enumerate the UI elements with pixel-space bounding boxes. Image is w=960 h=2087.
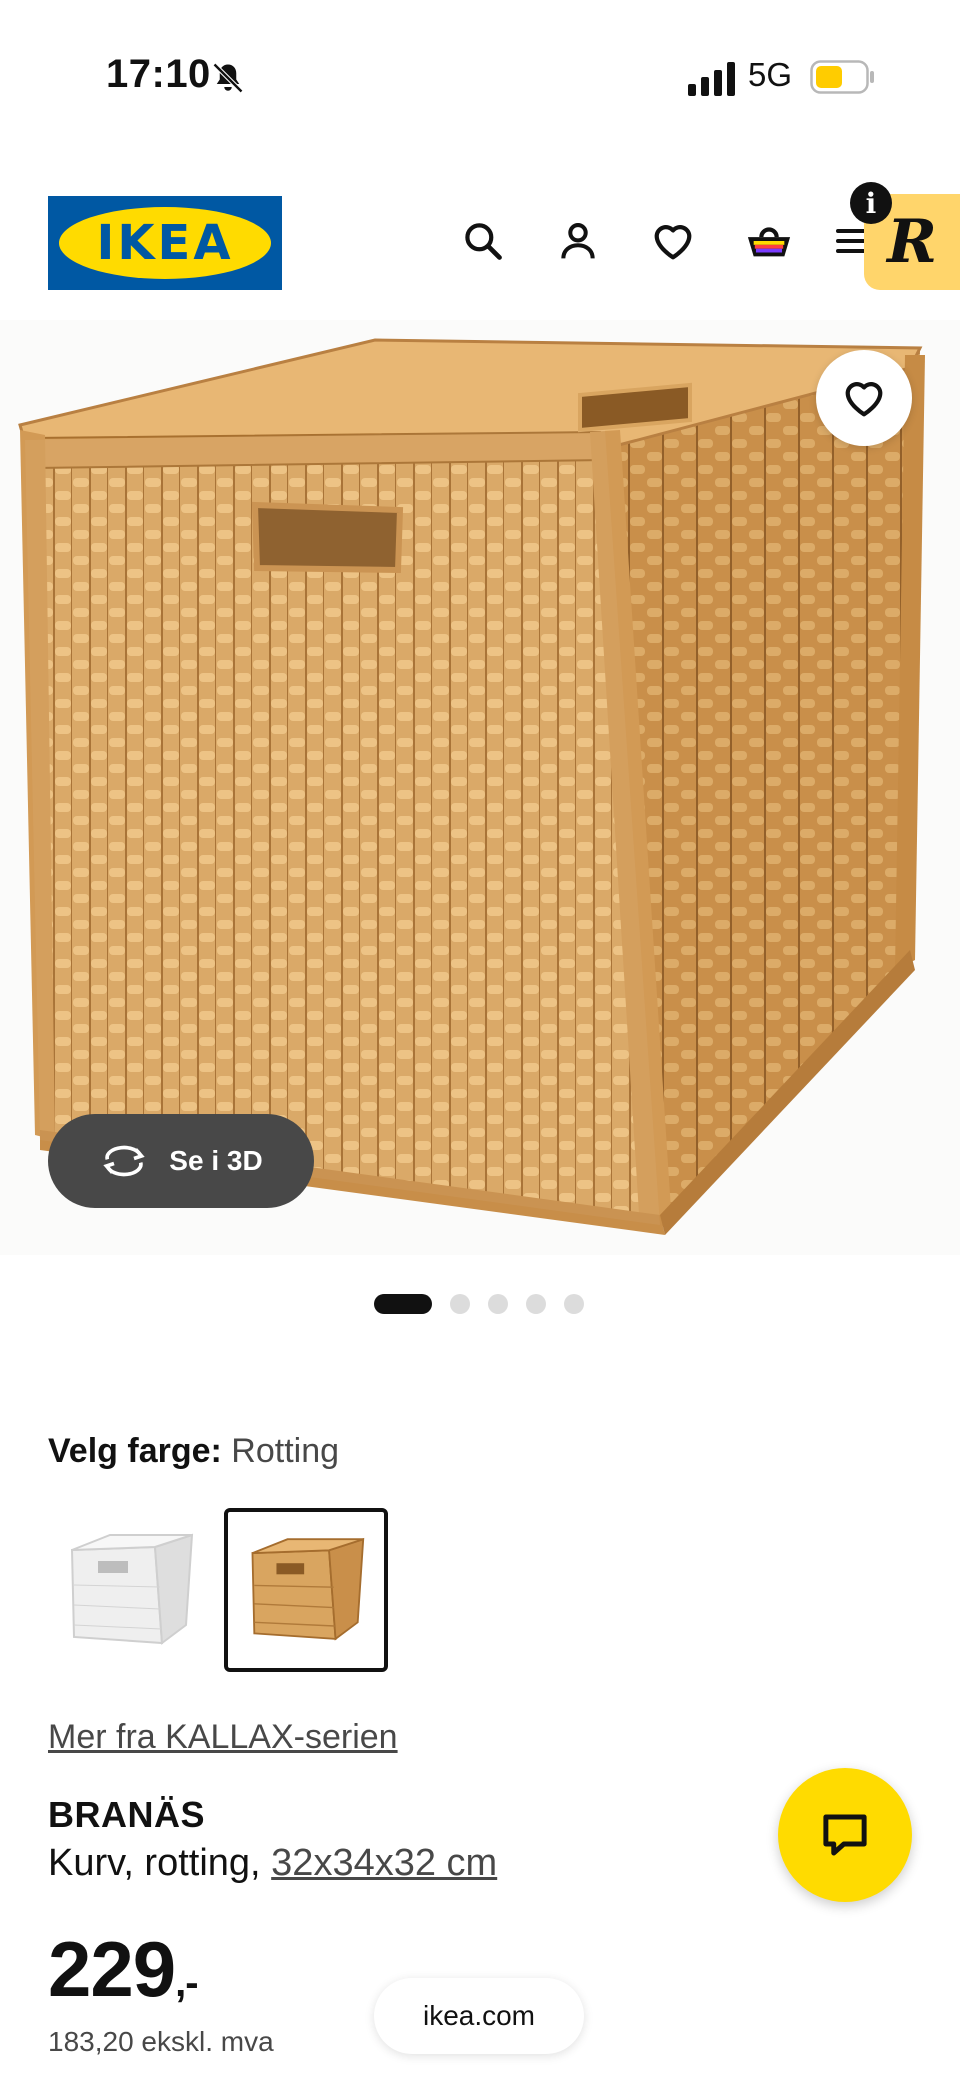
rotate-3d-icon xyxy=(103,1145,145,1177)
price-main: 229 xyxy=(48,1925,176,2013)
signal-icon xyxy=(688,62,735,96)
product-price: 229,- xyxy=(48,1924,199,2015)
series-link[interactable]: Mer fra KALLAX-serien xyxy=(48,1718,398,1757)
color-label: Velg farge: Rotting xyxy=(48,1432,339,1471)
product-description: Kurv, rotting, 32x34x32 cm xyxy=(48,1842,497,1885)
pager-dot-4[interactable] xyxy=(526,1294,546,1314)
bell-muted-icon xyxy=(212,62,244,94)
wishlist-heart-icon[interactable] xyxy=(646,214,700,268)
battery-icon xyxy=(810,60,874,94)
chat-bubble-icon xyxy=(823,1814,867,1856)
white-basket-thumbnail xyxy=(70,1533,194,1645)
color-value: Rotting xyxy=(231,1432,340,1470)
logo-text: IKEA xyxy=(96,215,234,271)
ikea-logo[interactable]: IKEA xyxy=(48,196,282,290)
pager-dot-5[interactable] xyxy=(564,1294,584,1314)
price-suffix: ,- xyxy=(175,1961,198,2005)
product-desc-prefix: Kurv, rotting, xyxy=(48,1842,272,1884)
image-pagination xyxy=(374,1294,584,1314)
price-ex-vat: 183,20 ekskl. mva xyxy=(48,2026,274,2057)
swatch-rattan[interactable] xyxy=(224,1508,388,1672)
search-icon[interactable] xyxy=(456,214,510,268)
browser-url-bar[interactable]: ikea.com xyxy=(374,1978,584,2054)
view-in-3d-label: Se i 3D xyxy=(169,1145,263,1176)
logo-oval: IKEA xyxy=(59,207,271,279)
color-label-title: Velg farge: xyxy=(48,1432,222,1470)
account-icon[interactable] xyxy=(551,214,605,268)
pager-dot-3[interactable] xyxy=(488,1294,508,1314)
pager-dot-2[interactable] xyxy=(450,1294,470,1314)
info-icon[interactable]: i xyxy=(850,182,892,224)
favourite-button[interactable] xyxy=(816,350,912,446)
view-in-3d-button[interactable]: Se i 3D xyxy=(48,1114,314,1208)
swatch-white[interactable] xyxy=(48,1508,212,1672)
chat-button[interactable] xyxy=(778,1768,912,1902)
status-time: 17:10 xyxy=(106,52,211,96)
network-type: 5G xyxy=(748,56,793,93)
basket-icon[interactable] xyxy=(742,214,796,268)
pager-dot-1[interactable] xyxy=(374,1294,432,1314)
heart-icon xyxy=(845,382,883,417)
rattan-basket-thumbnail xyxy=(251,1537,365,1641)
product-name: BRANÄS xyxy=(48,1794,206,1835)
product-size-link[interactable]: 32x34x32 cm xyxy=(271,1842,497,1884)
